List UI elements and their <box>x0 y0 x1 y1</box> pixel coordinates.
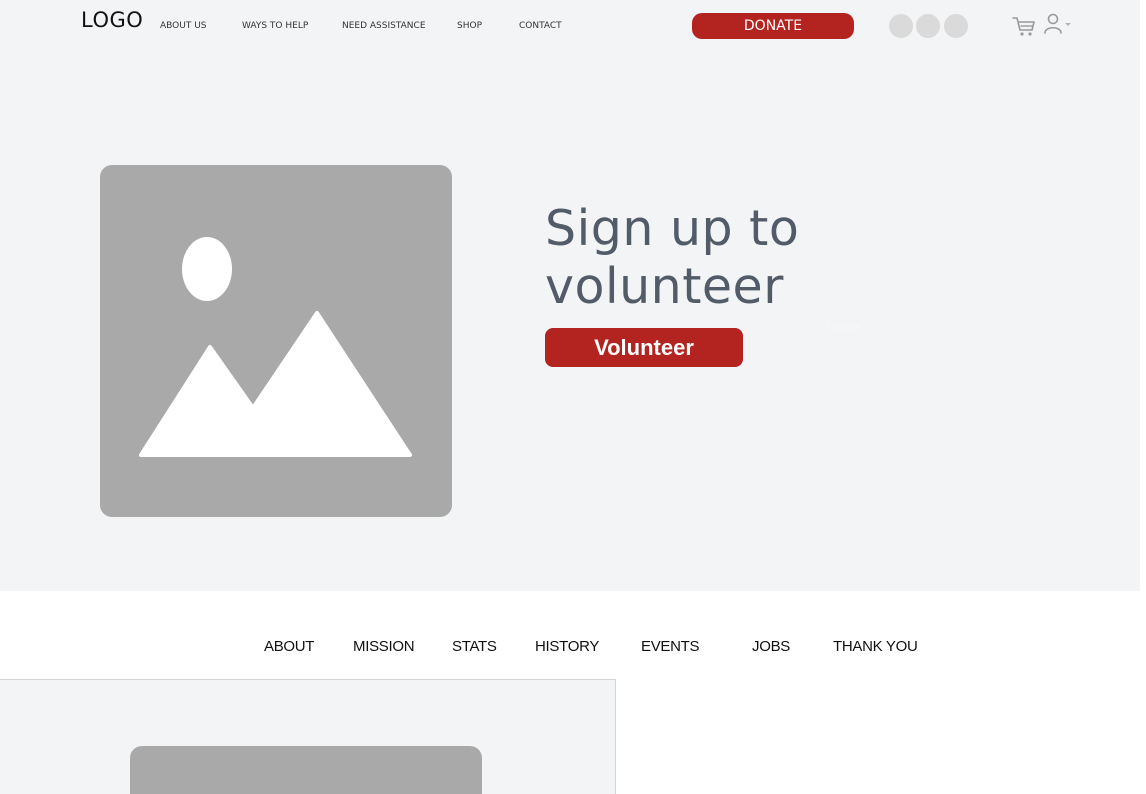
social-icon[interactable] <box>916 14 940 38</box>
tab-jobs[interactable]: JOBS <box>752 638 790 655</box>
content-image-placeholder <box>130 746 482 794</box>
hero-title-line-2: volunteer <box>545 258 784 315</box>
tab-events[interactable]: EVENTS <box>641 638 700 655</box>
nav-contact[interactable]: CONTACT <box>519 21 562 31</box>
user-menu[interactable] <box>1043 12 1073 36</box>
hero-title-line-1: Sign up to <box>545 200 800 257</box>
nav-about-us[interactable]: ABOUT US <box>160 21 207 31</box>
nav-ways-to-help[interactable]: WAYS TO HELP <box>242 21 308 31</box>
tab-history[interactable]: HISTORY <box>535 638 599 655</box>
cart-icon[interactable] <box>1012 15 1036 37</box>
hidden-donate-link[interactable]: Donate <box>826 322 861 334</box>
social-icon[interactable] <box>889 14 913 38</box>
tab-mission[interactable]: MISSION <box>353 638 415 655</box>
tab-thank-you[interactable]: THANK YOU <box>833 638 918 655</box>
donate-button[interactable]: DONATE <box>692 13 854 39</box>
nav-need-assistance[interactable]: NEED ASSISTANCE <box>342 21 426 31</box>
logo[interactable]: LOGO <box>81 8 143 32</box>
tab-stats[interactable]: STATS <box>452 638 497 655</box>
hero-title: Sign up to volunteer <box>545 200 845 316</box>
caret-down-icon <box>1065 23 1071 26</box>
nav-shop[interactable]: SHOP <box>457 21 482 31</box>
hero-image-placeholder <box>100 165 452 517</box>
tab-about[interactable]: ABOUT <box>264 638 314 655</box>
volunteer-button[interactable]: Volunteer <box>545 328 743 367</box>
social-icon[interactable] <box>944 14 968 38</box>
image-placeholder-icon <box>139 237 412 457</box>
user-icon <box>1044 13 1062 34</box>
